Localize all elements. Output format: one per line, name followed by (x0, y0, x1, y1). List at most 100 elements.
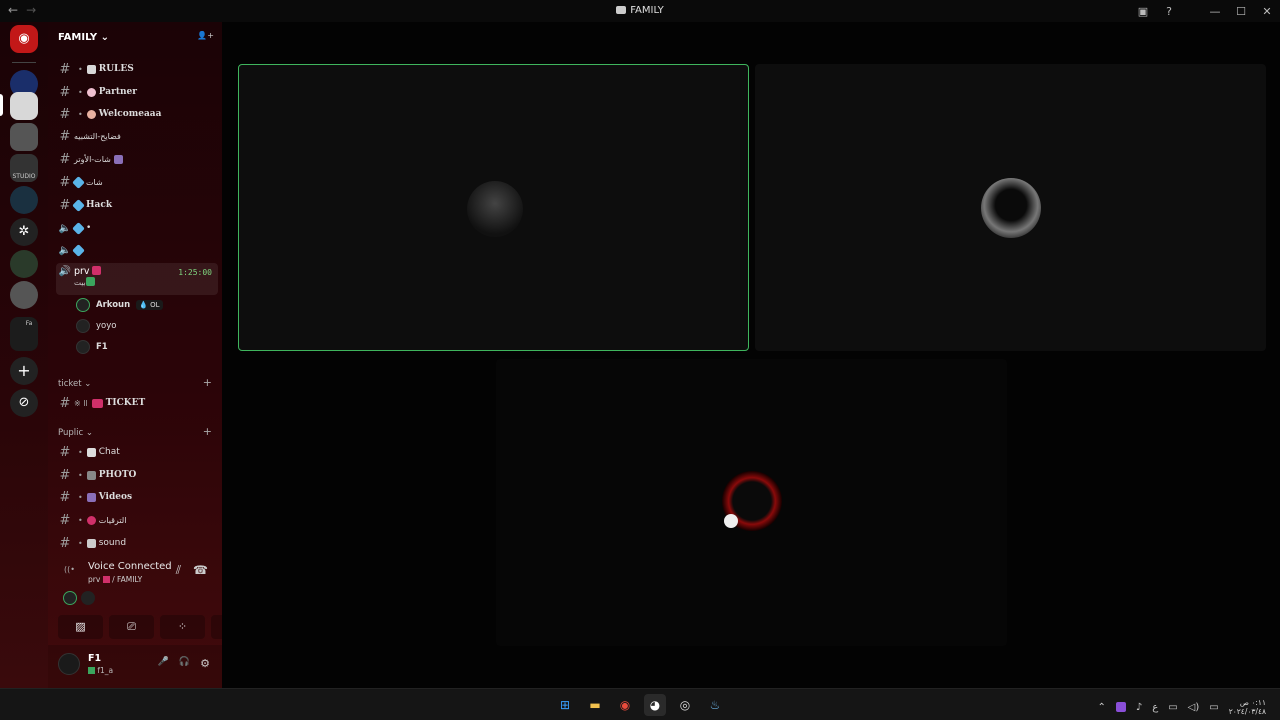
video-tile-arkoun[interactable] (238, 64, 749, 351)
hash-icon: # (59, 467, 71, 483)
video-tile-yoyo[interactable] (755, 64, 1266, 351)
category-ticket[interactable]: ticket ⌄ (58, 379, 91, 389)
battery-icon[interactable]: ▭ (1209, 702, 1218, 713)
voice-connected-title[interactable]: Voice Connected (88, 561, 172, 572)
user-name[interactable]: F1 (88, 653, 101, 664)
channel-partner[interactable]: # • Partner (56, 82, 218, 102)
signal-icon[interactable]: ((• (64, 565, 75, 574)
noise-suppression-icon[interactable]: ⫽ (176, 563, 181, 578)
volume-icon[interactable]: ◁) (1188, 702, 1200, 713)
channel-promotions[interactable]: # • الترقيات (56, 510, 218, 530)
clock[interactable]: ٠:١١ ص ٢٠٢٤/٠٣/٤٨ (1229, 698, 1266, 716)
chevron-down-icon: ⌄ (84, 379, 92, 389)
diamond-icon (72, 175, 85, 189)
voice-channel-1[interactable]: 🔈 • (56, 218, 218, 238)
server-folder-icon[interactable]: Fa (10, 317, 38, 351)
close-button[interactable]: ✕ (1254, 5, 1280, 18)
discord-home-icon[interactable]: ◉ (10, 25, 38, 53)
screen-share-button[interactable]: ⎚ (109, 615, 154, 639)
voice-user[interactable]: Arkoun 💧 OL (76, 298, 163, 312)
hash-icon: # (59, 128, 71, 144)
add-server-icon[interactable]: + (10, 357, 38, 385)
channel-rules[interactable]: # • RULES (56, 59, 218, 79)
microphone-icon[interactable]: ♪ (1136, 702, 1142, 713)
channel-hack[interactable]: # Hack (56, 195, 218, 215)
inbox-icon[interactable]: ▣ (1130, 5, 1156, 18)
channel-chat[interactable]: # • Chat (56, 442, 218, 462)
language-indicator[interactable]: ع (1152, 702, 1158, 713)
server-gear-icon[interactable]: ✲ (10, 218, 38, 246)
avatar[interactable] (58, 653, 80, 675)
category-puplic[interactable]: Puplic ⌄ (58, 428, 93, 438)
server-figure-icon[interactable] (10, 123, 38, 151)
explore-icon[interactable]: ⊘ (10, 389, 38, 417)
emoji-icon (92, 266, 102, 275)
channel-ticket[interactable]: # ※ ll TICKET (56, 393, 218, 413)
channel-chat-ar[interactable]: # شات (56, 172, 218, 192)
note-icon (86, 447, 96, 457)
user-status: f1_a (88, 666, 113, 675)
tray-chevron-icon[interactable]: ⌃ (1097, 702, 1105, 713)
voice-connected-subtitle[interactable]: prv / FAMILY (88, 575, 142, 584)
voice-channel-prv[interactable]: 🔊 prv بيت 1:25:00 (56, 263, 218, 295)
chrome-icon[interactable]: ◉ (614, 694, 636, 716)
emoji-icon (102, 576, 110, 583)
help-icon[interactable]: ? (1156, 5, 1182, 18)
discord-icon[interactable]: ◕ (644, 694, 666, 716)
microphone-icon[interactable]: 🎤 (158, 657, 169, 670)
window-controls: ▣ ? — ☐ ✕ (1130, 0, 1280, 22)
network-icon[interactable]: ▭ (1168, 702, 1177, 713)
hash-icon: # (59, 395, 71, 411)
maximize-button[interactable]: ☐ (1228, 5, 1254, 18)
server-triangle-icon[interactable] (10, 186, 38, 214)
hash-icon: # (59, 197, 71, 213)
activities-button[interactable]: ⁘ (160, 615, 205, 639)
speaker-icon: 🔈 (58, 222, 72, 234)
add-channel-icon[interactable]: + (203, 425, 212, 438)
add-channel-icon[interactable]: + (203, 376, 212, 389)
minimize-button[interactable]: — (1202, 5, 1228, 18)
channel-photo[interactable]: # • PHOTO (56, 465, 218, 485)
steam-icon[interactable]: ♨ (704, 694, 726, 716)
channel-welcome[interactable]: # • Welcomeaaa (56, 104, 218, 124)
chevron-down-icon: ⌄ (100, 32, 110, 43)
channel-arabic-1[interactable]: # فضايح-التشبيه (56, 126, 218, 146)
channel-videos[interactable]: # • Videos (56, 487, 218, 507)
diamond-icon (72, 221, 85, 235)
emoji-icon (86, 64, 96, 74)
windows-start-icon[interactable]: ⊞ (554, 694, 576, 716)
avatar (76, 319, 90, 333)
camera-off-button[interactable]: ▨ (58, 615, 103, 639)
server-laptop-icon[interactable] (10, 92, 38, 120)
video-tile-f1[interactable] (496, 359, 1007, 646)
voice-user[interactable]: F1 (76, 340, 108, 354)
voice-connected-panel: ((• Voice Connected prv / FAMILY ⫽ ☎ ▨ ⎚… (48, 551, 256, 645)
disconnect-icon[interactable]: ☎ (193, 563, 208, 578)
headphones-icon[interactable]: 🎧 (179, 657, 190, 670)
ticket-icon (91, 398, 103, 408)
server-name[interactable]: FAMILY ⌄ (58, 32, 109, 43)
voice-user[interactable]: yoyo (76, 319, 116, 333)
file-explorer-icon[interactable]: ▬ (584, 694, 606, 716)
taskbar: ⊞ ▬ ◉ ◕ ◎ ♨ ⌃ ♪ ع ▭ ◁) ▭ ٠:١١ ص ٢٠٢٤/٠٣/٤… (0, 688, 1280, 720)
avatar (76, 298, 90, 312)
server-icon (616, 6, 627, 14)
voice-controls: ⫽ ☎ (176, 563, 208, 578)
channel-arabic-2[interactable]: # شات-الأوتر (56, 149, 218, 169)
hash-icon: # (59, 444, 71, 460)
settings-icon[interactable]: ⚙ (200, 657, 210, 670)
server-eye-icon[interactable] (10, 281, 38, 309)
speaker-icon: 🔊 (58, 266, 72, 277)
app-tray-icon[interactable] (1115, 702, 1126, 712)
user-controls: 🎤 🎧 ⚙ (158, 657, 210, 670)
status-icon (724, 514, 738, 528)
channel-sound[interactable]: # • sound (56, 533, 218, 553)
hash-icon: # (59, 512, 71, 528)
voice-channel-2[interactable]: 🔈 (56, 240, 218, 260)
server-globe-icon[interactable] (10, 250, 38, 278)
server-list: ◉ STUDIO ✲ Fa + ⊘ (0, 22, 48, 688)
invite-icon[interactable]: 👤+ (197, 31, 214, 40)
server-studio-icon[interactable]: STUDIO (10, 154, 38, 182)
obs-icon[interactable]: ◎ (674, 694, 696, 716)
camera-icon (86, 470, 96, 480)
